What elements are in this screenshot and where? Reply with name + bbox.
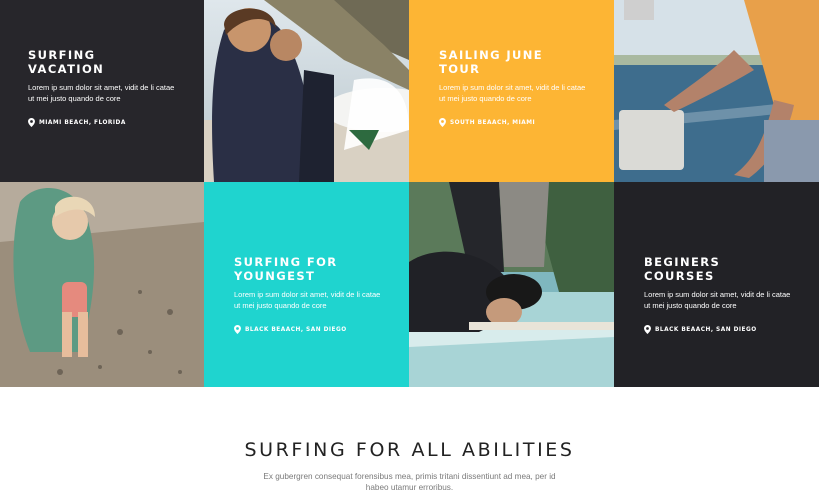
- card-description: Lorem ip sum dolor sit amet, vidit de li…: [644, 290, 791, 310]
- map-pin-icon: [28, 118, 35, 127]
- tour-card-sailing-june[interactable]: SAILING JUNE TOUR Lorem ip sum dolor sit…: [409, 0, 614, 182]
- card-location: SOUTH BEAACH, MIAMI: [439, 118, 584, 127]
- card-title[interactable]: SURFING FOR YOUNGEST: [234, 255, 379, 283]
- section-description: Ex gubergren consequat forensibus mea, p…: [263, 472, 556, 492]
- map-pin-icon: [439, 118, 446, 127]
- card-location: BLACK BEAACH, SAN DIEGO: [234, 325, 379, 334]
- section-title: SURFING FOR ALL ABILITIES: [244, 439, 575, 461]
- location-label: SOUTH BEAACH, MIAMI: [450, 119, 536, 126]
- map-pin-icon: [644, 325, 651, 334]
- tour-card-beginners-courses[interactable]: BEGINERS COURSES Lorem ip sum dolor sit …: [614, 182, 819, 387]
- card-description: Lorem ip sum dolor sit amet, vidit de li…: [234, 290, 381, 310]
- card-location: BLACK BEAACH, SAN DIEGO: [644, 325, 789, 334]
- card-title[interactable]: SAILING JUNE TOUR: [439, 48, 584, 76]
- photo-child-beach: [0, 182, 204, 387]
- location-label: BLACK BEAACH, SAN DIEGO: [655, 326, 757, 333]
- photo-surfers-beach: [204, 0, 409, 182]
- card-title[interactable]: BEGINERS COURSES: [644, 255, 789, 283]
- tour-card-surfing-vacation[interactable]: SURFING VACATION Lorem ip sum dolor sit …: [0, 0, 204, 182]
- card-description: Lorem ip sum dolor sit amet, vidit de li…: [439, 83, 586, 103]
- card-title[interactable]: SURFING VACATION: [28, 48, 174, 76]
- card-location: MIAMI BEACH, FLORIDA: [28, 118, 174, 127]
- map-pin-icon: [234, 325, 241, 334]
- card-description: Lorem ip sum dolor sit amet, vidit de li…: [28, 83, 175, 103]
- photo-sailing-boat: [614, 0, 819, 182]
- abilities-section: SURFING FOR ALL ABILITIES Ex gubergren c…: [0, 387, 819, 493]
- photo-surf-lesson: [409, 182, 614, 387]
- location-label: MIAMI BEACH, FLORIDA: [39, 119, 126, 126]
- tour-card-surfing-youngest[interactable]: SURFING FOR YOUNGEST Lorem ip sum dolor …: [204, 182, 409, 387]
- tour-grid: SURFING VACATION Lorem ip sum dolor sit …: [0, 0, 819, 387]
- location-label: BLACK BEAACH, SAN DIEGO: [245, 326, 347, 333]
